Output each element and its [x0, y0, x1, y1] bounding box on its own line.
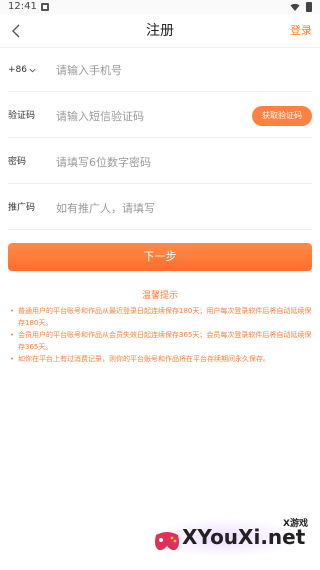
country-code-select[interactable]: +86 — [8, 48, 36, 92]
next-step-button[interactable]: 下一步 — [8, 243, 312, 271]
password-input[interactable] — [56, 151, 236, 173]
watermark: XYouXi.net X游戏 — [140, 510, 320, 570]
code-row: 验证码 获取验证码 — [8, 94, 312, 138]
password-label: 密码 — [8, 157, 27, 167]
status-indicators — [290, 2, 312, 12]
tip-item: 会员用户的平台账号和作品从会员失效日起连续保存365天；会员每次登录软件后将自动… — [8, 329, 312, 353]
chevron-down-icon — [29, 68, 36, 72]
sms-code-input[interactable] — [56, 105, 236, 127]
password-row: 密码 — [8, 140, 312, 184]
nav-bar: 注册 登录 — [0, 14, 320, 48]
referrer-label: 推广码 — [8, 203, 36, 213]
country-code-value: +86 — [8, 65, 27, 75]
phone-input[interactable] — [56, 59, 236, 81]
referrer-row: 推广码 — [8, 186, 312, 230]
page-title: 注册 — [146, 23, 174, 39]
tip-item: 普通用户的平台账号和作品从最近登录日起连续保存180天；用户每次登录软件后将自动… — [8, 305, 312, 329]
gamepad-logo-icon — [155, 532, 179, 551]
notification-icon — [41, 3, 49, 11]
login-link[interactable]: 登录 — [290, 14, 312, 48]
battery-icon — [306, 2, 312, 12]
referrer-input[interactable] — [56, 197, 236, 219]
tip-item: 如你在平台上有过消费记录，则你的平台账号和作品将在平台存续期间永久保存。 — [8, 353, 312, 365]
tips-list: 普通用户的平台账号和作品从最近登录日起连续保存180天；用户每次登录软件后将自动… — [8, 305, 312, 365]
watermark-cn: X游戏 — [283, 519, 308, 529]
wifi-icon — [290, 3, 300, 11]
phone-row: +86 — [8, 48, 312, 92]
status-bar: 12:41 — [0, 0, 320, 14]
code-label: 验证码 — [8, 111, 36, 121]
status-time: 12:41 — [8, 1, 37, 12]
get-code-button[interactable]: 获取验证码 — [252, 106, 312, 126]
tips-title: 温馨提示 — [141, 291, 178, 301]
